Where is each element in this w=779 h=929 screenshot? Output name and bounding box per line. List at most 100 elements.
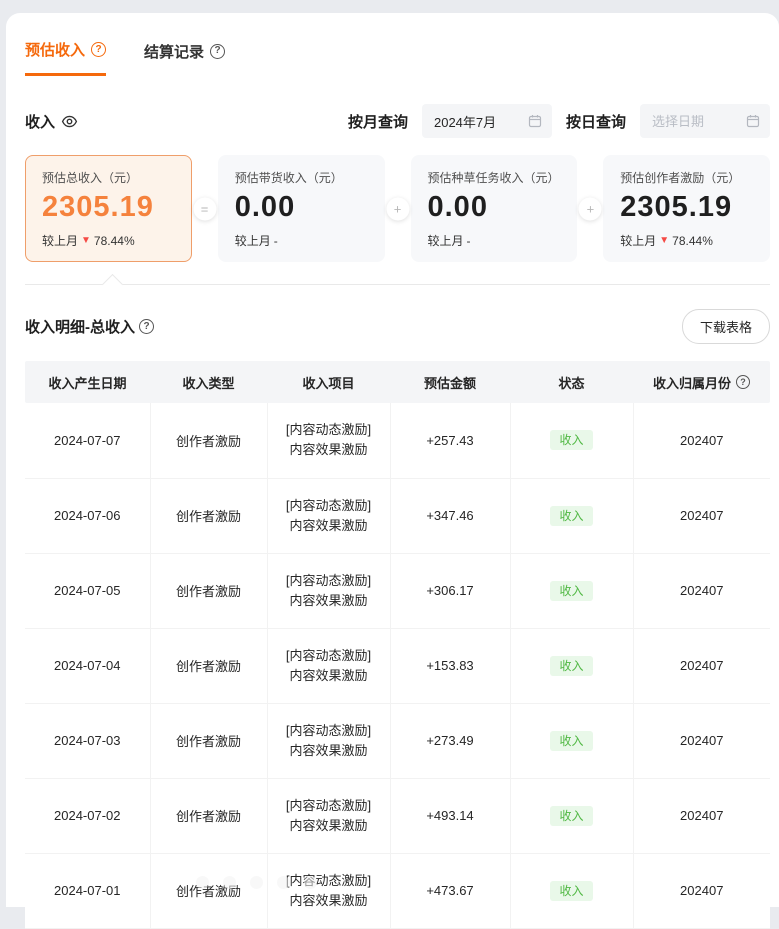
change-value: -: [467, 234, 471, 248]
cell-amount: +257.43: [390, 403, 510, 478]
table-row: 2024-07-05 创作者激励 [内容动态激励]内容效果激励 +306.17 …: [25, 553, 770, 628]
cell-amount: +273.49: [390, 703, 510, 778]
day-picker[interactable]: [640, 104, 770, 138]
tab-estimated-income[interactable]: 预估收入 ?: [25, 39, 106, 76]
cell-date: 2024-07-07: [25, 403, 150, 478]
income-title-text: 收入: [25, 111, 55, 132]
project-line2: 内容效果激励: [268, 741, 390, 761]
stat-cards: 预估总收入（元） 2305.19 较上月 ▼ 78.44% 预估带货收入（元） …: [25, 155, 770, 262]
table-row: 2024-07-03 创作者激励 [内容动态激励]内容效果激励 +273.49 …: [25, 703, 770, 778]
project-line2: 内容效果激励: [268, 816, 390, 836]
status-badge: 收入: [550, 881, 592, 901]
income-section-title: 收入: [25, 111, 78, 132]
card-label: 预估创作者激励（元）: [620, 169, 753, 186]
income-table: 收入产生日期 收入类型 收入项目 预估金额 状态 收入归属月份 ? 2024-0…: [25, 361, 770, 929]
date-filters: 按月查询 按日查询: [348, 104, 770, 138]
help-icon[interactable]: ?: [210, 44, 225, 59]
change-value: 78.44%: [672, 234, 713, 248]
download-table-button[interactable]: 下载表格: [682, 309, 770, 344]
table-row: 2024-07-02 创作者激励 [内容动态激励]内容效果激励 +493.14 …: [25, 778, 770, 853]
tab-settlement-records[interactable]: 结算记录 ?: [144, 39, 225, 76]
project-line2: 内容效果激励: [268, 516, 390, 536]
detail-title-text: 收入明细-总收入: [25, 316, 135, 337]
project-line2: 内容效果激励: [268, 591, 390, 611]
cell-amount: +473.67: [390, 853, 510, 928]
day-query-label: 按日查询: [566, 111, 626, 132]
eye-icon[interactable]: [61, 113, 78, 130]
cell-date: 2024-07-04: [25, 628, 150, 703]
card-footer: 较上月 -: [428, 232, 561, 249]
cell-month: 202407: [633, 478, 770, 553]
cell-status: 收入: [510, 553, 633, 628]
cell-month: 202407: [633, 778, 770, 853]
cell-month: 202407: [633, 553, 770, 628]
cell-type: 创作者激励: [150, 703, 267, 778]
project-line2: 内容效果激励: [268, 440, 390, 460]
cell-month: 202407: [633, 703, 770, 778]
down-arrow-icon: ▼: [81, 235, 91, 246]
down-arrow-icon: ▼: [659, 235, 669, 246]
project-line1: [内容动态激励]: [268, 420, 390, 440]
tab-label: 结算记录: [144, 41, 204, 62]
help-icon[interactable]: ?: [139, 319, 154, 334]
card-creator-incentive[interactable]: 预估创作者激励（元） 2305.19 较上月 ▼ 78.44%: [603, 155, 770, 262]
calendar-icon[interactable]: [528, 114, 542, 128]
plus-operator-icon: +: [386, 197, 409, 220]
project-line2: 内容效果激励: [268, 666, 390, 686]
col-amount: 预估金额: [390, 361, 510, 403]
cell-type: 创作者激励: [150, 778, 267, 853]
status-badge: 收入: [550, 430, 592, 450]
card-label: 预估带货收入（元）: [235, 169, 368, 186]
cell-amount: +347.46: [390, 478, 510, 553]
card-value: 2305.19: [42, 191, 175, 224]
col-project: 收入项目: [267, 361, 390, 403]
cell-type: 创作者激励: [150, 403, 267, 478]
col-status: 状态: [510, 361, 633, 403]
cell-date: 2024-07-01: [25, 853, 150, 928]
project-line1: [内容动态激励]: [268, 496, 390, 516]
cell-project: [内容动态激励]内容效果激励: [267, 403, 390, 478]
col-month: 收入归属月份 ?: [633, 361, 770, 403]
change-value: -: [274, 234, 278, 248]
month-picker-input[interactable]: [434, 114, 528, 129]
section-divider: [25, 284, 770, 285]
cell-date: 2024-07-06: [25, 478, 150, 553]
table-row: 2024-07-04 创作者激励 [内容动态激励]内容效果激励 +153.83 …: [25, 628, 770, 703]
cell-status: 收入: [510, 778, 633, 853]
cell-project: [内容动态激励]内容效果激励: [267, 853, 390, 928]
month-picker[interactable]: [422, 104, 552, 138]
cell-project: [内容动态激励]内容效果激励: [267, 553, 390, 628]
status-badge: 收入: [550, 656, 592, 676]
cell-status: 收入: [510, 628, 633, 703]
watermark-dots: [196, 876, 317, 889]
card-seeding-task-income[interactable]: 预估种草任务收入（元） 0.00 较上月 -: [411, 155, 578, 262]
tab-bar: 预估收入 ? 结算记录 ?: [25, 13, 770, 76]
cell-type: 创作者激励: [150, 628, 267, 703]
table-row: 2024-07-01 创作者激励 [内容动态激励]内容效果激励 +473.67 …: [25, 853, 770, 928]
vs-last-month-label: 较上月: [42, 232, 78, 249]
calendar-icon[interactable]: [746, 114, 760, 128]
card-total-income[interactable]: 预估总收入（元） 2305.19 较上月 ▼ 78.44%: [25, 155, 192, 262]
caret-notch: [102, 274, 123, 295]
cell-date: 2024-07-05: [25, 553, 150, 628]
card-value: 0.00: [235, 191, 368, 224]
day-picker-input[interactable]: [652, 114, 746, 129]
help-icon[interactable]: ?: [736, 375, 750, 389]
detail-header: 收入明细-总收入 ? 下载表格: [25, 309, 770, 344]
project-line1: [内容动态激励]: [268, 721, 390, 741]
vs-last-month-label: 较上月: [235, 232, 271, 249]
card-goods-income[interactable]: 预估带货收入（元） 0.00 较上月 -: [218, 155, 385, 262]
status-badge: 收入: [550, 506, 592, 526]
project-line1: [内容动态激励]: [268, 571, 390, 591]
month-query-label: 按月查询: [348, 111, 408, 132]
cell-project: [内容动态激励]内容效果激励: [267, 628, 390, 703]
card-label: 预估总收入（元）: [42, 169, 175, 186]
cell-month: 202407: [633, 403, 770, 478]
cell-status: 收入: [510, 478, 633, 553]
col-date: 收入产生日期: [25, 361, 150, 403]
cell-type: 创作者激励: [150, 478, 267, 553]
card-value: 2305.19: [620, 191, 753, 224]
help-icon[interactable]: ?: [91, 42, 106, 57]
cell-status: 收入: [510, 703, 633, 778]
cell-month: 202407: [633, 628, 770, 703]
